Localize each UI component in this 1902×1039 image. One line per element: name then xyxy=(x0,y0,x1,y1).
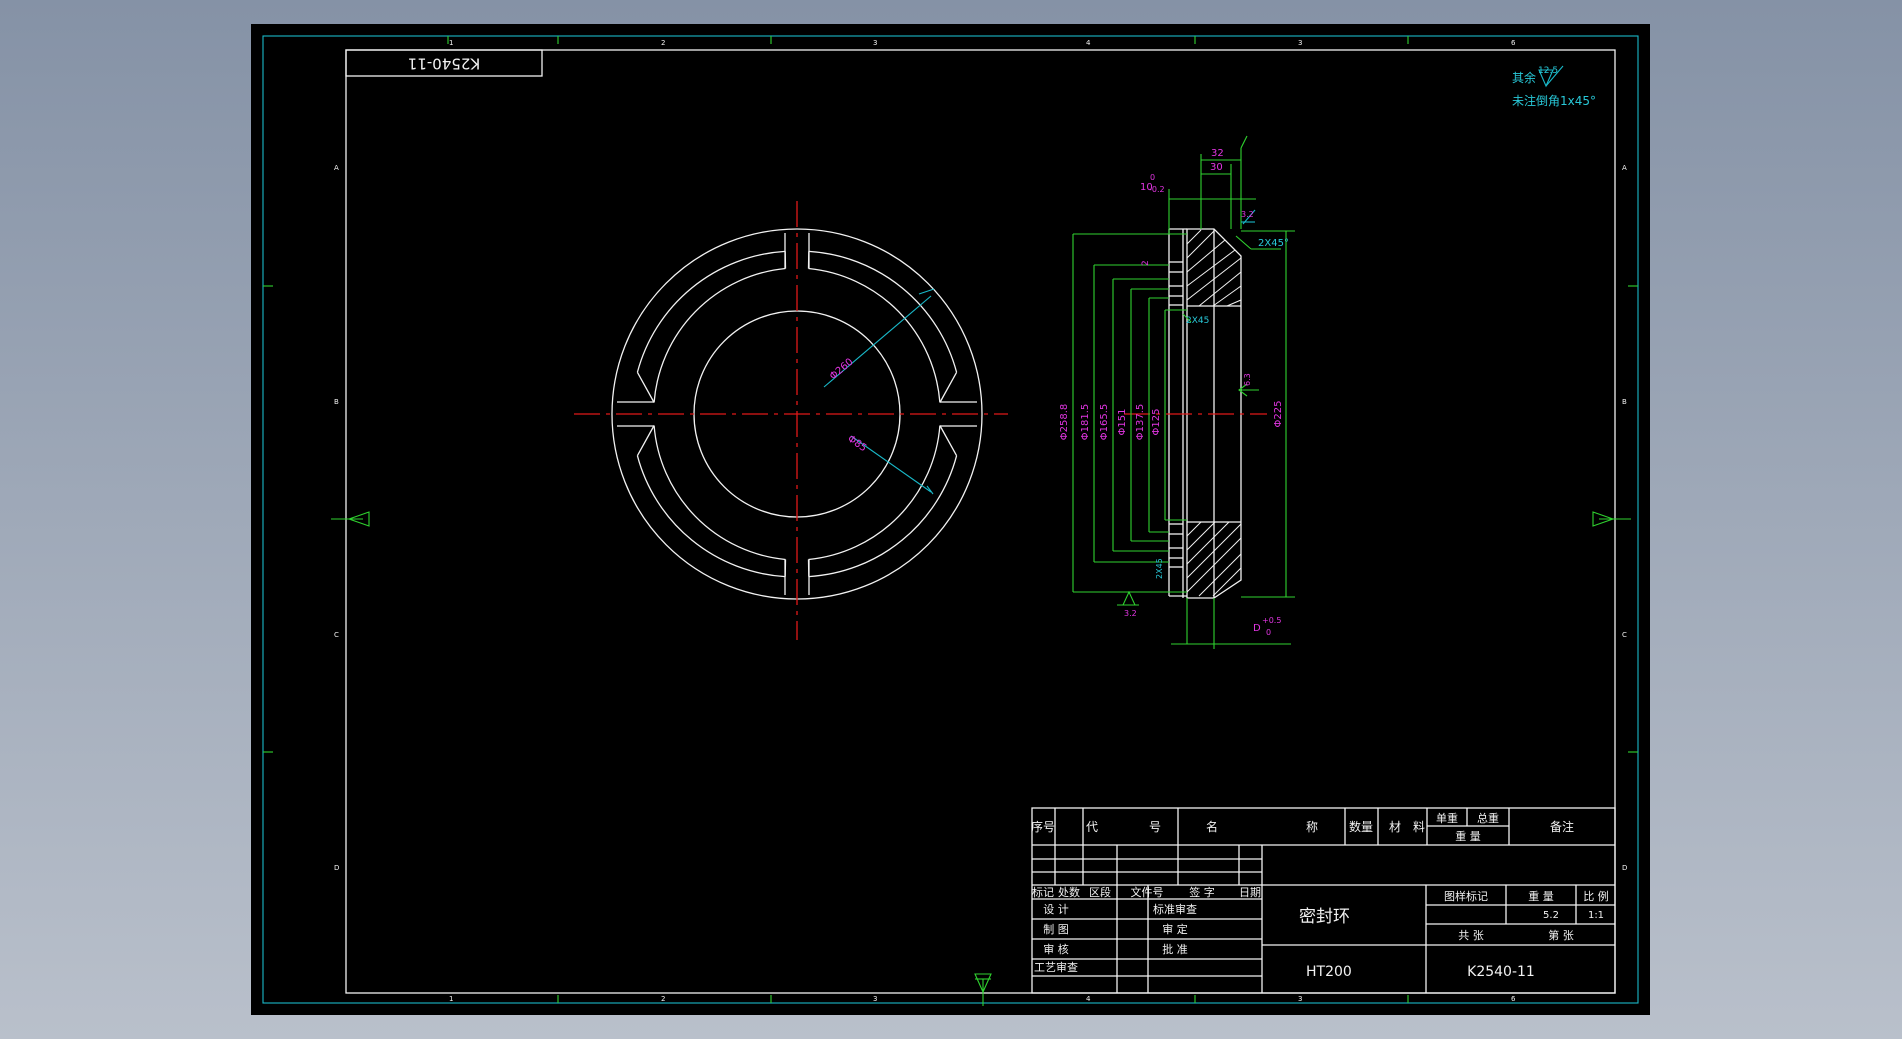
drawing-number-box-top: K2540-11 xyxy=(345,49,543,77)
role-check: 审 核 xyxy=(1043,942,1069,956)
rev-count: 处数 xyxy=(1058,886,1080,899)
chamfer-note: 未注倒角1x45° xyxy=(1512,93,1596,108)
rough-3-2-top: 3.2 xyxy=(1241,210,1254,219)
dim-inner-diameter: Φ85 xyxy=(845,433,868,454)
grid-letter-left-d: D xyxy=(334,864,339,872)
tol-d-upper: +0.5 xyxy=(1262,616,1281,625)
grid-number-bottom-2: 2 xyxy=(661,995,665,1003)
chamfer-2x45-b: 2X45 xyxy=(1186,316,1209,326)
inner-frame xyxy=(345,49,1616,994)
dim-dia-225: Φ225 xyxy=(1273,401,1284,428)
dim-dia-165-5: Φ165.5 xyxy=(1099,404,1110,441)
hdr-weight2: 重 量 xyxy=(1528,889,1554,903)
grid-letter-right-b: B xyxy=(1622,398,1627,406)
chamfer-2x45-c: 2X45 xyxy=(1155,558,1164,579)
hdr-name-b: 称 xyxy=(1306,820,1318,834)
section-view: Φ258.8 Φ181.5 Φ165.5 Φ151 Φ137.5 Φ125 Φ2… xyxy=(1059,135,1295,649)
hdr-seq: 序号 xyxy=(1031,819,1055,834)
dim-30: 30 xyxy=(1210,162,1223,173)
roughness-symbol-3-2 xyxy=(1122,590,1136,606)
rough-3-2-bottom: 3.2 xyxy=(1124,609,1137,618)
rev-sign: 签 字 xyxy=(1189,885,1215,899)
grid-number-top-5: 3 xyxy=(1298,39,1302,47)
grid-number-bottom-6: 6 xyxy=(1511,995,1516,1003)
title-block: 序号 代 号 名 称 数量 材 料 单重 总重 重 量 备注 标记 处数 区段 … xyxy=(1031,807,1616,994)
grid-letter-right-a: A xyxy=(1622,164,1627,172)
outer-frame xyxy=(262,35,1639,1004)
drawing-number-top: K2540-11 xyxy=(408,55,481,73)
surface-note-prefix: 其余 xyxy=(1512,70,1536,85)
dim-dia-125: Φ125 xyxy=(1151,409,1162,436)
dim-dia-258-8: Φ258.8 xyxy=(1059,404,1070,441)
role-process: 工艺审查 xyxy=(1034,960,1078,974)
hdr-name-a: 名 xyxy=(1206,819,1218,834)
hdr-stage: 图样标记 xyxy=(1444,889,1488,903)
grid-number-bottom-4: 4 xyxy=(1086,995,1091,1003)
drawing-number: K2540-11 xyxy=(1467,964,1535,980)
grid-letter-left-c: C xyxy=(334,631,339,639)
grid-number-top-3: 3 xyxy=(873,39,877,47)
cad-drawing: 1 2 3 4 3 6 1 2 3 4 3 6 A B C D A B C D … xyxy=(262,35,1639,1006)
sheet-no: 第 张 xyxy=(1548,928,1574,942)
grid-number-top-2: 2 xyxy=(661,39,665,47)
grid-number-top-6: 6 xyxy=(1511,39,1516,47)
rev-docno: 文件号 xyxy=(1131,885,1164,899)
grid-letter-right-d: D xyxy=(1622,864,1627,872)
border-grid-marks: 1 2 3 4 3 6 1 2 3 4 3 6 A B C D A B C D xyxy=(263,36,1638,1006)
front-view: Φ260 Φ85 xyxy=(574,201,1008,640)
grid-number-bottom-3: 3 xyxy=(873,995,877,1003)
dim-outer-diameter: Φ260 xyxy=(828,357,856,383)
grid-number-top-1: 1 xyxy=(449,39,453,47)
material: HT200 xyxy=(1306,964,1352,980)
hdr-qty: 数量 xyxy=(1349,819,1373,834)
rev-date: 日期 xyxy=(1239,886,1261,899)
tol-10-upper: 0 xyxy=(1150,173,1155,182)
grid-number-bottom-5: 3 xyxy=(1298,995,1302,1003)
role-std: 标准审查 xyxy=(1153,902,1197,916)
rough-6-3: 6.3 xyxy=(1243,373,1252,386)
part-name: 密封环 xyxy=(1299,907,1350,927)
hdr-mat-b: 料 xyxy=(1413,820,1425,834)
weight-value: 5.2 xyxy=(1543,910,1559,921)
dim-dia-151: Φ151 xyxy=(1117,409,1128,436)
dim-32: 32 xyxy=(1211,148,1224,159)
tol-10-lower: -0.2 xyxy=(1149,185,1165,194)
rev-zone: 区段 xyxy=(1089,885,1111,899)
dim-dia-181-5: Φ181.5 xyxy=(1080,404,1091,441)
hdr-code-b: 号 xyxy=(1149,820,1161,834)
grid-number-bottom-1: 1 xyxy=(449,995,453,1003)
hdr-unit-weight: 单重 xyxy=(1436,811,1458,825)
surface-notes: 其余 12.5 未注倒角1x45° xyxy=(1512,65,1596,108)
roughness-value: 12.5 xyxy=(1538,66,1558,76)
hdr-mat-a: 材 xyxy=(1389,820,1401,834)
grid-number-top-4: 4 xyxy=(1086,39,1091,47)
role-design: 设 计 xyxy=(1043,903,1069,916)
dim-d: D xyxy=(1253,623,1261,634)
hdr-total-weight: 总重 xyxy=(1477,811,1499,825)
chamfer-2x45-a: 2X45° xyxy=(1258,238,1289,249)
drawing-sheet: 1 2 3 4 3 6 1 2 3 4 3 6 A B C D A B C D … xyxy=(251,24,1650,1015)
sheets-total: 共 张 xyxy=(1458,929,1484,942)
hdr-remark: 备注 xyxy=(1550,819,1574,834)
dim-2-top: 2 xyxy=(1141,260,1151,266)
role-approve: 批 准 xyxy=(1162,942,1188,956)
hdr-scale: 比 例 xyxy=(1583,889,1609,903)
grid-letter-right-c: C xyxy=(1622,631,1627,639)
hdr-code-a: 代 xyxy=(1086,820,1098,834)
tol-d-lower: 0 xyxy=(1266,628,1271,637)
rev-mark: 标记 xyxy=(1032,885,1054,899)
role-review: 审 定 xyxy=(1162,922,1188,936)
grid-letter-left-a: A xyxy=(334,164,339,172)
grid-letter-left-b: B xyxy=(334,398,339,406)
dim-dia-137-5: Φ137.5 xyxy=(1135,404,1146,441)
role-draw: 制 图 xyxy=(1043,923,1069,936)
hdr-weight: 重 量 xyxy=(1455,829,1481,843)
scale-value: 1:1 xyxy=(1588,910,1604,921)
